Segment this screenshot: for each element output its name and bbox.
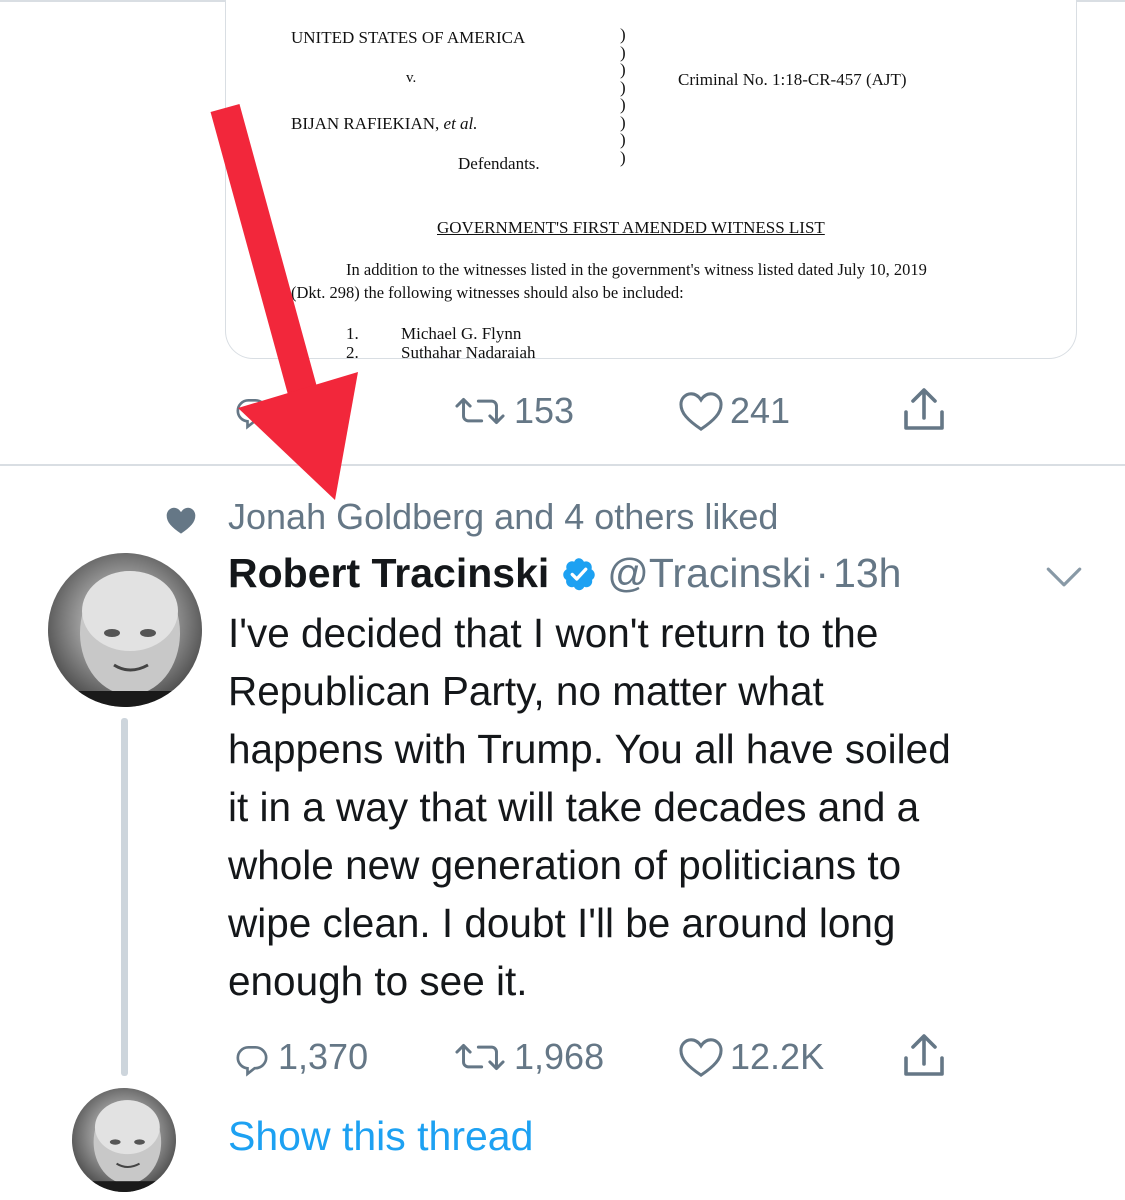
reply-count-2: 1,370 [278,1036,369,1077]
reply-button-2[interactable]: 1,370 [232,1036,368,1078]
doc-defendants-label: Defendants. [458,154,540,173]
show-thread-link[interactable]: Show this thread [228,1113,533,1160]
reply-icon [236,1046,268,1077]
share-button-2[interactable] [902,1032,946,1080]
doc-body-line-1: In addition to the witnesses listed in t… [346,260,927,279]
doc-defendant: BIJAN RAFIEKIAN, et al. [291,114,478,133]
doc-parentheses: )))))))) [620,25,626,167]
tweet-text-line: enough to see it. [228,958,528,1004]
avatar-photo [48,553,202,707]
tweet-text-line: whole new generation of politicians to [228,842,902,888]
doc-caption-left: UNITED STATES OF AMERICA [291,28,526,47]
share-icon [904,1034,944,1076]
avatar[interactable] [48,553,202,707]
social-context[interactable]: Jonah Goldberg and 4 others liked [228,496,778,538]
retweet-icon [455,1043,505,1071]
tweet-text-line: it in a way that will take decades and a [228,784,920,830]
tweet-text: I've decided that I won't return to the … [228,604,1088,1010]
tweet-text-line: Republican Party, no matter what [228,668,824,714]
author-name[interactable]: Robert Tracinski [228,550,549,597]
verified-badge-icon [563,557,596,590]
retweet-count-2: 1,968 [514,1036,605,1077]
doc-body-line-2: (Dkt. 298) the following witnesses shoul… [291,283,684,302]
retweet-button-2[interactable]: 1,968 [452,1036,604,1078]
tweet-text-line: wipe clean. I doubt I'll be around long [228,900,896,946]
author-line: Robert Tracinski @Tracinski·13h [228,550,901,597]
thread-connector-line [121,718,128,1076]
reply-button-1[interactable] [232,390,278,430]
doc-case-number: Criminal No. 1:18-CR-457 (AJT) [678,70,907,89]
doc-title: GOVERNMENT'S FIRST AMENDED WITNESS LIST [437,218,825,237]
retweet-icon [455,397,505,425]
like-count-2: 12.2K [730,1036,825,1077]
tweet-text-line: happens with Trump. You all have soiled [228,726,951,772]
author-handle[interactable]: @Tracinski·13h [607,550,901,597]
retweet-button-1[interactable]: 153 [452,390,574,432]
like-icon [679,392,723,431]
like-count-1: 241 [730,390,791,431]
like-button-2[interactable]: 12.2K [678,1036,824,1078]
tweet-time: 13h [833,550,902,596]
retweet-count-1: 153 [514,390,575,431]
share-button-1[interactable] [902,386,946,434]
doc-witness-1-name: Michael G. Flynn [401,324,522,343]
like-button-1[interactable]: 241 [678,390,790,432]
document-image-card[interactable]: UNITED STATES OF AMERICA v. Criminal No.… [225,0,1077,359]
thread-avatar[interactable] [72,1088,176,1192]
tweet-text-line: I've decided that I won't return to the [228,610,879,656]
heart-social-icon [164,505,198,540]
avatar-photo [72,1088,176,1192]
tweet-divider [0,464,1125,466]
doc-witness-1-num: 1. [346,324,359,343]
like-icon [679,1038,723,1077]
doc-witness-2-name: Suthahar Nadaraiah [401,343,536,359]
share-icon [904,388,944,430]
reply-icon [236,399,268,430]
chevron-down-icon[interactable] [1044,566,1084,593]
doc-witness-2-num: 2. [346,343,359,359]
doc-versus: v. [406,70,417,86]
